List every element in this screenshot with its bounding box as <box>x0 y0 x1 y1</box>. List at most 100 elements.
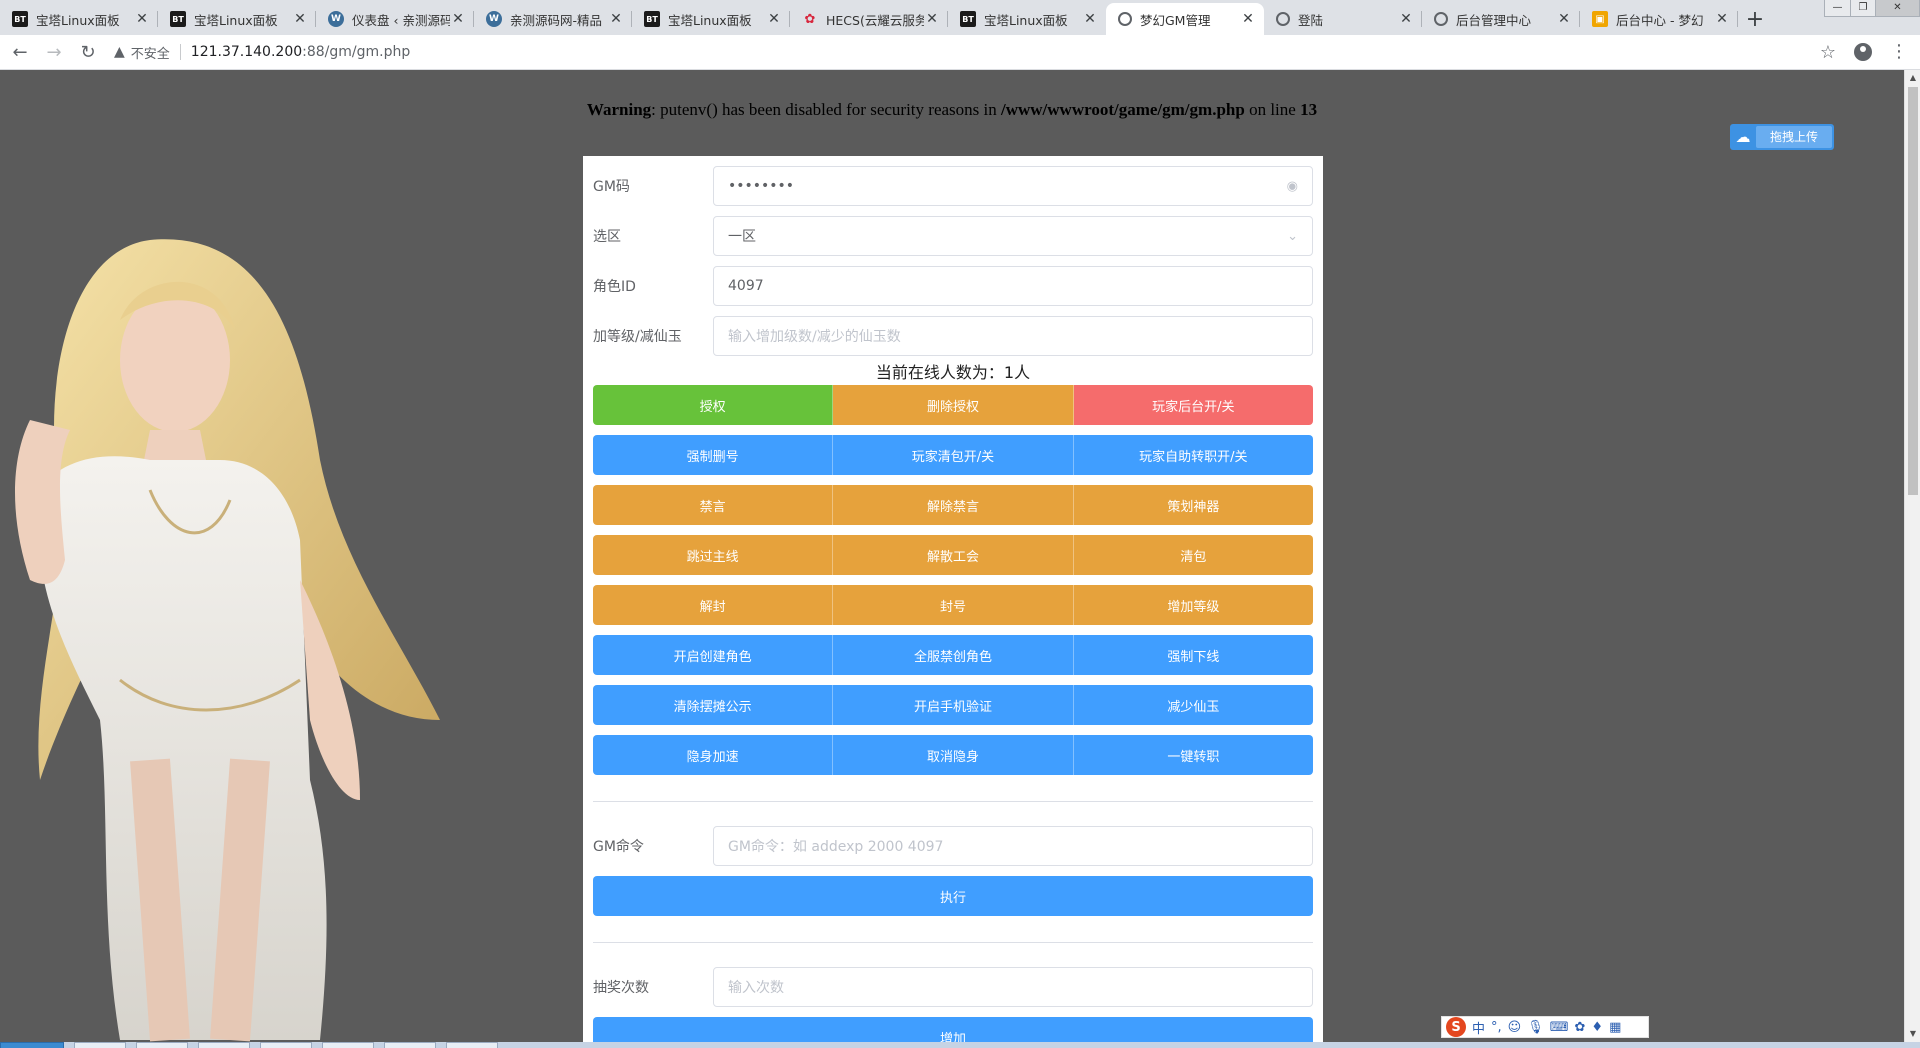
close-icon[interactable]: ✕ <box>450 11 466 27</box>
close-icon[interactable]: ✕ <box>1082 11 1098 27</box>
browser-tab[interactable]: 梦幻GM管理 ✕ <box>1106 3 1264 35</box>
eye-icon[interactable]: ◉ <box>1287 179 1298 194</box>
gm-action-button[interactable]: 全服禁创角色 <box>833 635 1074 675</box>
execute-button[interactable]: 执行 <box>593 876 1313 916</box>
gm-action-button[interactable]: 开启手机验证 <box>833 685 1074 725</box>
taskbar-item[interactable] <box>384 1042 436 1048</box>
warning-line-number: 13 <box>1300 100 1318 119</box>
close-icon[interactable]: ✕ <box>608 11 624 27</box>
reload-button[interactable]: ↻ <box>74 38 102 66</box>
close-icon[interactable]: ✕ <box>1556 11 1572 27</box>
gm-action-button[interactable]: 跳过主线 <box>593 535 834 575</box>
taskbar-item[interactable] <box>198 1042 250 1048</box>
add-lottery-button[interactable]: 增加 <box>593 1017 1313 1042</box>
gm-action-button[interactable]: 玩家后台开/关 <box>1073 385 1313 425</box>
sogou-logo-icon[interactable]: S <box>1446 1017 1466 1037</box>
address-separator <box>179 44 181 60</box>
close-icon[interactable]: ✕ <box>766 11 782 27</box>
gm-command-label: GM命令 <box>593 839 644 855</box>
toolbox-icon[interactable]: ▦ <box>1609 1020 1621 1035</box>
shirt-icon[interactable]: ♦ <box>1591 1020 1603 1035</box>
skin-icon[interactable]: ✿ <box>1575 1020 1586 1035</box>
ime-mode[interactable]: 中 <box>1472 1018 1485 1037</box>
browser-tab[interactable]: BT 宝塔Linux面板 ✕ <box>0 3 158 35</box>
level-label: 加等级/减仙玉 <box>593 329 682 345</box>
gm-action-button[interactable]: 解封 <box>593 585 834 625</box>
level-input[interactable]: 输入增加级数/减少的仙玉数 <box>713 316 1313 356</box>
emoji-icon[interactable]: ☺ <box>1508 1020 1522 1035</box>
gm-action-button[interactable]: 删除授权 <box>833 385 1074 425</box>
page-scrollbar[interactable]: ▲ ▼ <box>1904 70 1920 1042</box>
orange-icon: ▣ <box>1592 11 1608 27</box>
gm-command-input[interactable]: GM命令：如 addexp 2000 4097 <box>713 826 1313 866</box>
gm-action-button[interactable]: 增加等级 <box>1073 585 1313 625</box>
warning-triangle-icon: ▲ <box>114 44 125 60</box>
browser-tab[interactable]: 后台管理中心 ✕ <box>1422 3 1580 35</box>
taskbar-item[interactable] <box>322 1042 374 1048</box>
browser-tab[interactable]: ✿ HECS(云耀云服务 ✕ <box>790 3 948 35</box>
punctuation-icon[interactable]: °, <box>1491 1020 1502 1035</box>
gm-action-button[interactable]: 取消隐身 <box>833 735 1074 775</box>
gm-action-button[interactable]: 隐身加速 <box>593 735 834 775</box>
gm-action-button[interactable]: 一键转职 <box>1073 735 1313 775</box>
browser-tab[interactable]: BT 宝塔Linux面板 ✕ <box>948 3 1106 35</box>
gm-action-button[interactable]: 清除摆摊公示 <box>593 685 834 725</box>
close-icon[interactable]: ✕ <box>1240 11 1256 27</box>
role-id-input[interactable]: 4097 <box>713 266 1313 306</box>
not-secure-label[interactable]: 不安全 <box>131 43 170 62</box>
online-count-text: 当前在线人数为：1人 <box>875 363 1031 382</box>
scroll-down-icon[interactable]: ▼ <box>1905 1026 1920 1042</box>
browser-tab[interactable]: W 仪表盘 ‹ 亲测源码 ✕ <box>316 3 474 35</box>
browser-tab[interactable]: ▣ 后台中心 - 梦幻 ✕ <box>1580 3 1738 35</box>
browser-tab[interactable]: W 亲测源码网-精品 ✕ <box>474 3 632 35</box>
minimize-button[interactable]: — <box>1825 0 1850 16</box>
gm-action-button[interactable]: 减少仙玉 <box>1073 685 1313 725</box>
tab-title: 宝塔Linux面板 <box>668 12 752 28</box>
close-icon[interactable]: ✕ <box>1398 11 1414 27</box>
browser-tab[interactable]: BT 宝塔Linux面板 ✕ <box>158 3 316 35</box>
gm-action-button[interactable]: 强制下线 <box>1073 635 1313 675</box>
drag-upload-label: 拖拽上传 <box>1756 126 1832 148</box>
microphone-icon[interactable]: 🎙 <box>1527 1020 1544 1035</box>
gm-action-button[interactable]: 策划神器 <box>1073 485 1313 525</box>
zone-select[interactable]: 一区 ⌄ <box>713 216 1313 256</box>
kebab-menu-icon[interactable]: ⋮ <box>1890 43 1908 61</box>
close-icon[interactable]: ✕ <box>1714 11 1730 27</box>
gm-action-button[interactable]: 授权 <box>593 385 834 425</box>
close-icon[interactable]: ✕ <box>924 11 940 27</box>
gm-action-button[interactable]: 清包 <box>1073 535 1313 575</box>
drag-upload-button[interactable]: ☁ 拖拽上传 <box>1730 124 1834 150</box>
taskbar-item[interactable] <box>74 1042 126 1048</box>
gm-action-button[interactable]: 开启创建角色 <box>593 635 834 675</box>
browser-tab[interactable]: 登陆 ✕ <box>1264 3 1422 35</box>
gm-action-button[interactable]: 强制删号 <box>593 435 834 475</box>
gm-action-button[interactable]: 解散工会 <box>833 535 1074 575</box>
close-window-button[interactable]: ✕ <box>1875 0 1919 16</box>
start-button[interactable] <box>0 1042 64 1048</box>
close-icon[interactable]: ✕ <box>292 11 308 27</box>
taskbar-item[interactable] <box>446 1042 498 1048</box>
restore-button[interactable]: ❐ <box>1850 0 1875 16</box>
profile-icon[interactable] <box>1854 43 1872 61</box>
lottery-input[interactable]: 输入次数 <box>713 967 1313 1007</box>
gm-action-button[interactable]: 封号 <box>833 585 1074 625</box>
scroll-up-icon[interactable]: ▲ <box>1905 70 1920 86</box>
gm-action-button[interactable]: 玩家清包开/关 <box>833 435 1074 475</box>
gm-action-button[interactable]: 禁言 <box>593 485 834 525</box>
address-bar[interactable]: ▲ 不安全 121.37.140.200:88/gm/gm.php <box>114 38 1820 66</box>
scroll-thumb[interactable] <box>1908 87 1918 495</box>
taskbar-item[interactable] <box>260 1042 312 1048</box>
browser-tab[interactable]: BT 宝塔Linux面板 ✕ <box>632 3 790 35</box>
gm-action-button[interactable]: 解除禁言 <box>833 485 1074 525</box>
bookmark-star-icon[interactable]: ☆ <box>1820 42 1836 63</box>
close-icon[interactable]: ✕ <box>134 11 150 27</box>
keyboard-icon[interactable]: ⌨ <box>1550 1020 1569 1035</box>
new-tab-button[interactable]: + <box>1738 3 1772 35</box>
taskbar-item[interactable] <box>136 1042 188 1048</box>
back-button[interactable]: ← <box>6 38 34 66</box>
forward-button[interactable]: → <box>40 38 68 66</box>
php-warning: Warning: putenv() has been disabled for … <box>0 100 1904 120</box>
character-illustration <box>15 239 441 1042</box>
gm-code-input[interactable]: •••••••• ◉ <box>713 166 1313 206</box>
gm-action-button[interactable]: 玩家自助转职开/关 <box>1073 435 1313 475</box>
